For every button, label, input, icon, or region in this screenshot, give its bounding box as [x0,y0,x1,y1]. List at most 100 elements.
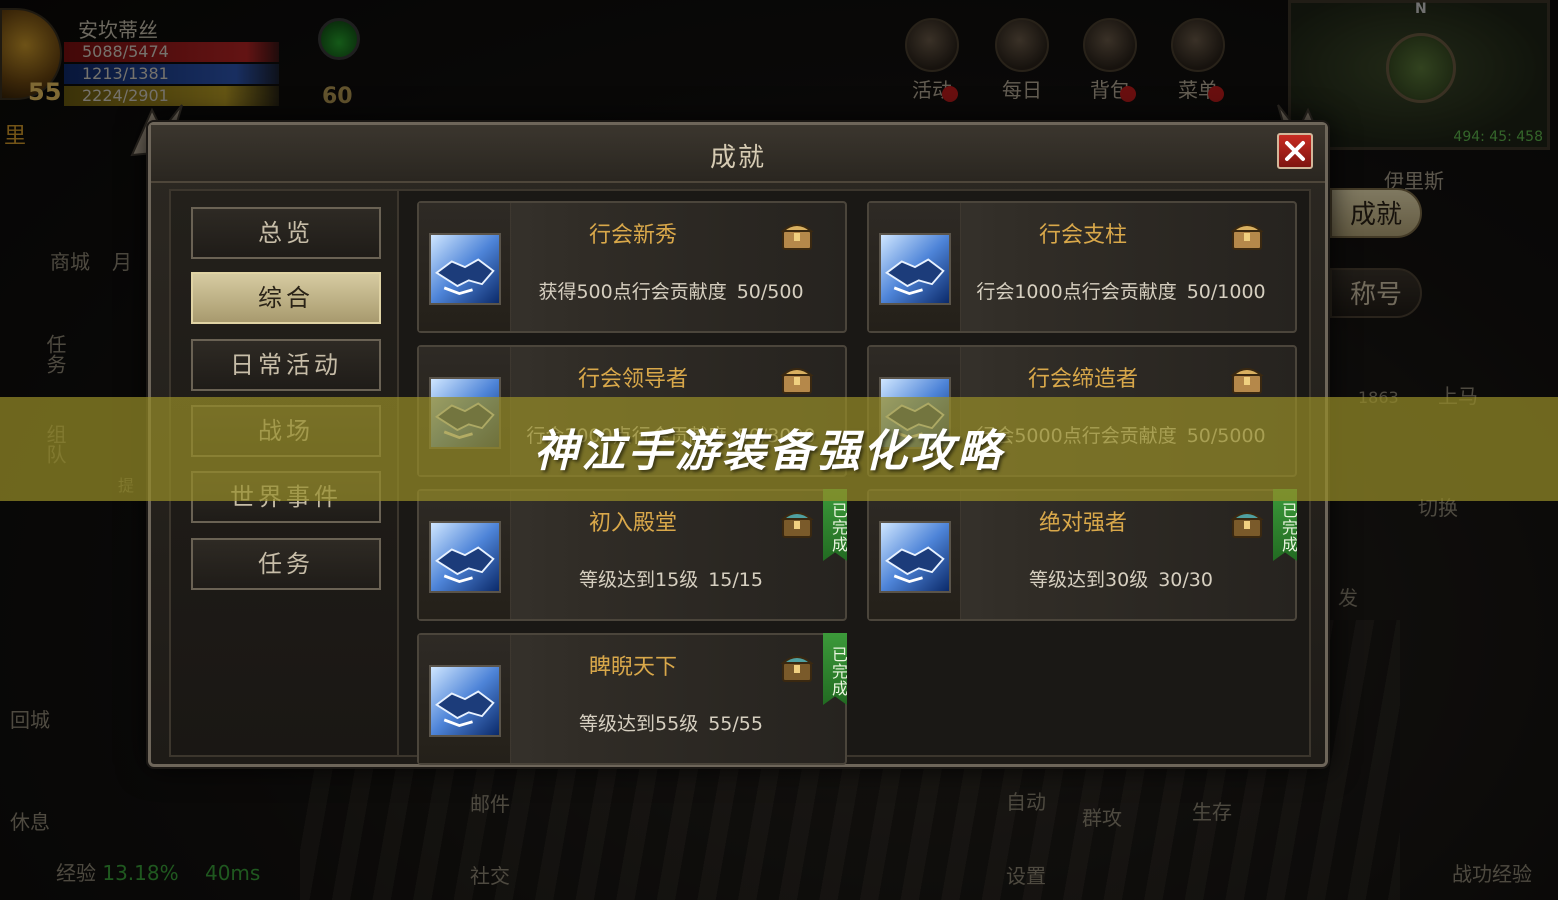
reward-chest-button[interactable] [1229,361,1265,397]
achievement-card[interactable]: 初入殿堂 等级达到15级 15/15 已完成 [417,489,847,621]
merit-exp-label: 战功经验 [1452,862,1532,886]
panel-header: 成就 [151,125,1325,183]
achievement-icon [429,665,501,737]
bg-text-fa: 发 [1338,586,1358,610]
coordinates: 494: 45: 458 [1453,129,1543,145]
player-frame[interactable]: 55 安坎蒂丝 5088/5474 1213/1381 2224/2901 [0,0,300,115]
achievement-title: 行会支柱 [1038,223,1127,248]
handshake-icon [431,523,499,591]
power-value: 60 [322,84,353,109]
completed-badge: 已完成 [823,633,847,705]
reward-chest-button[interactable] [779,649,815,685]
status-orb[interactable] [318,18,360,60]
reward-chest-icon [1230,368,1264,394]
map-label: 里 [4,124,27,149]
handshake-icon [431,235,499,303]
reward-chest-button[interactable] [1229,505,1265,541]
achievement-progress: 15/15 [708,569,763,591]
achievement-description: 等级达到30级 30/30 [961,565,1281,592]
player-name: 安坎蒂丝 [78,18,158,42]
achievement-requirement: 等级达到15级 [579,569,699,591]
activity-icon [905,18,959,72]
achievement-description: 行会1000点行会贡献度 50/1000 [961,277,1281,304]
achievement-progress: 50/1000 [1186,281,1266,303]
reward-chest-icon [780,224,814,250]
notification-dot [1208,86,1224,102]
category-overview[interactable]: 总览 [191,207,381,259]
panel-title: 成就 [709,143,766,173]
banner-title: 神泣手游装备强化攻略 [534,426,1004,477]
top-icon-label: 菜单 [1178,78,1218,102]
shop-button[interactable]: 商城 [40,246,100,275]
achievement-card[interactable]: 行会新秀 获得500点行会贡献度 50/500 [417,201,847,333]
return-town-button[interactable]: 回城 [0,704,60,733]
handshake-icon [881,235,949,303]
achievement-description: 等级达到55级 55/55 [511,709,831,736]
network-ping: 40ms [204,861,261,885]
rest-button[interactable]: 休息 [0,806,60,835]
reward-chest-button[interactable] [779,217,815,253]
compass-icon [1386,33,1456,103]
top-icon-label: 活动 [912,78,952,102]
daily-icon [995,18,1049,72]
survival-button[interactable]: 生存 [1192,796,1232,825]
notification-dot [942,86,958,102]
close-button[interactable] [1277,133,1313,169]
top-icon-menu[interactable]: 菜单 [1162,18,1234,106]
reward-chest-icon [780,656,814,682]
achievement-icon [879,521,951,593]
reward-chest-button[interactable] [1229,217,1265,253]
reward-chest-icon [780,368,814,394]
close-icon [1285,141,1305,161]
achievement-description: 获得500点行会贡献度 50/500 [511,277,831,304]
quest-button[interactable]: 任务 [40,334,70,374]
achievement-requirement: 等级达到30级 [1029,569,1149,591]
menu-icon [1171,18,1225,72]
category-quests[interactable]: 任务 [191,538,381,590]
north-marker: N [1415,1,1427,17]
top-icon-bag[interactable]: 背包 [1074,18,1146,106]
exp-percent: 13.18% [102,861,179,885]
achievement-icon [429,233,501,305]
settings-button[interactable]: 设置 [1006,860,1046,889]
top-icon-activity[interactable]: 活动 [896,18,968,106]
achievement-title: 初入殿堂 [588,511,677,536]
achievement-card[interactable]: 绝对强者 等级达到30级 30/30 已完成 [867,489,1297,621]
bag-icon [1083,18,1137,72]
reward-chest-icon [780,512,814,538]
achievement-progress: 55/55 [708,713,763,735]
reward-chest-icon [1230,224,1264,250]
achievement-icon [879,233,951,305]
achievement-requirement: 获得500点行会贡献度 [538,281,727,303]
mail-button[interactable]: 邮件 [470,788,510,817]
handshake-icon [431,667,499,735]
achievement-progress: 50/500 [736,281,804,303]
top-icon-label: 背包 [1090,78,1130,102]
achievement-requirement: 行会1000点行会贡献度 [976,281,1177,303]
exp-status: 经验 13.18% 40ms [56,857,260,886]
achievement-requirement: 等级达到55级 [579,713,699,735]
achievement-card[interactable]: 行会支柱行会1000点行会贡献度 50/1000 [867,201,1297,333]
achievement-title: 行会缔造者 [1027,367,1138,392]
hp-bar: 5088/5474 [64,42,279,62]
achievement-title: 睥睨天下 [588,655,677,680]
aoe-button[interactable]: 群攻 [1082,802,1122,831]
monthly-button[interactable]: 月 [102,246,142,275]
side-tab-achievement[interactable]: 成就 [1330,188,1422,238]
achievement-progress: 30/30 [1158,569,1213,591]
category-daily[interactable]: 日常活动 [191,339,381,391]
title-banner: 神泣手游装备强化攻略 [0,397,1558,501]
social-button[interactable]: 社交 [470,860,510,889]
achievement-description: 等级达到15级 15/15 [511,565,831,592]
reward-chest-button[interactable] [779,505,815,541]
top-icon-daily[interactable]: 每日 [986,18,1058,106]
achievement-title: 绝对强者 [1038,511,1127,536]
category-general[interactable]: 综合 [191,272,381,324]
reward-chest-icon [1230,512,1264,538]
reward-chest-button[interactable] [779,361,815,397]
side-tab-title[interactable]: 称号 [1330,268,1422,318]
handshake-icon [881,523,949,591]
top-icon-label: 每日 [1002,78,1042,102]
achievement-card[interactable]: 睥睨天下等级达到55级 55/55 已完成 [417,633,847,765]
auto-button[interactable]: 自动 [1006,786,1046,815]
